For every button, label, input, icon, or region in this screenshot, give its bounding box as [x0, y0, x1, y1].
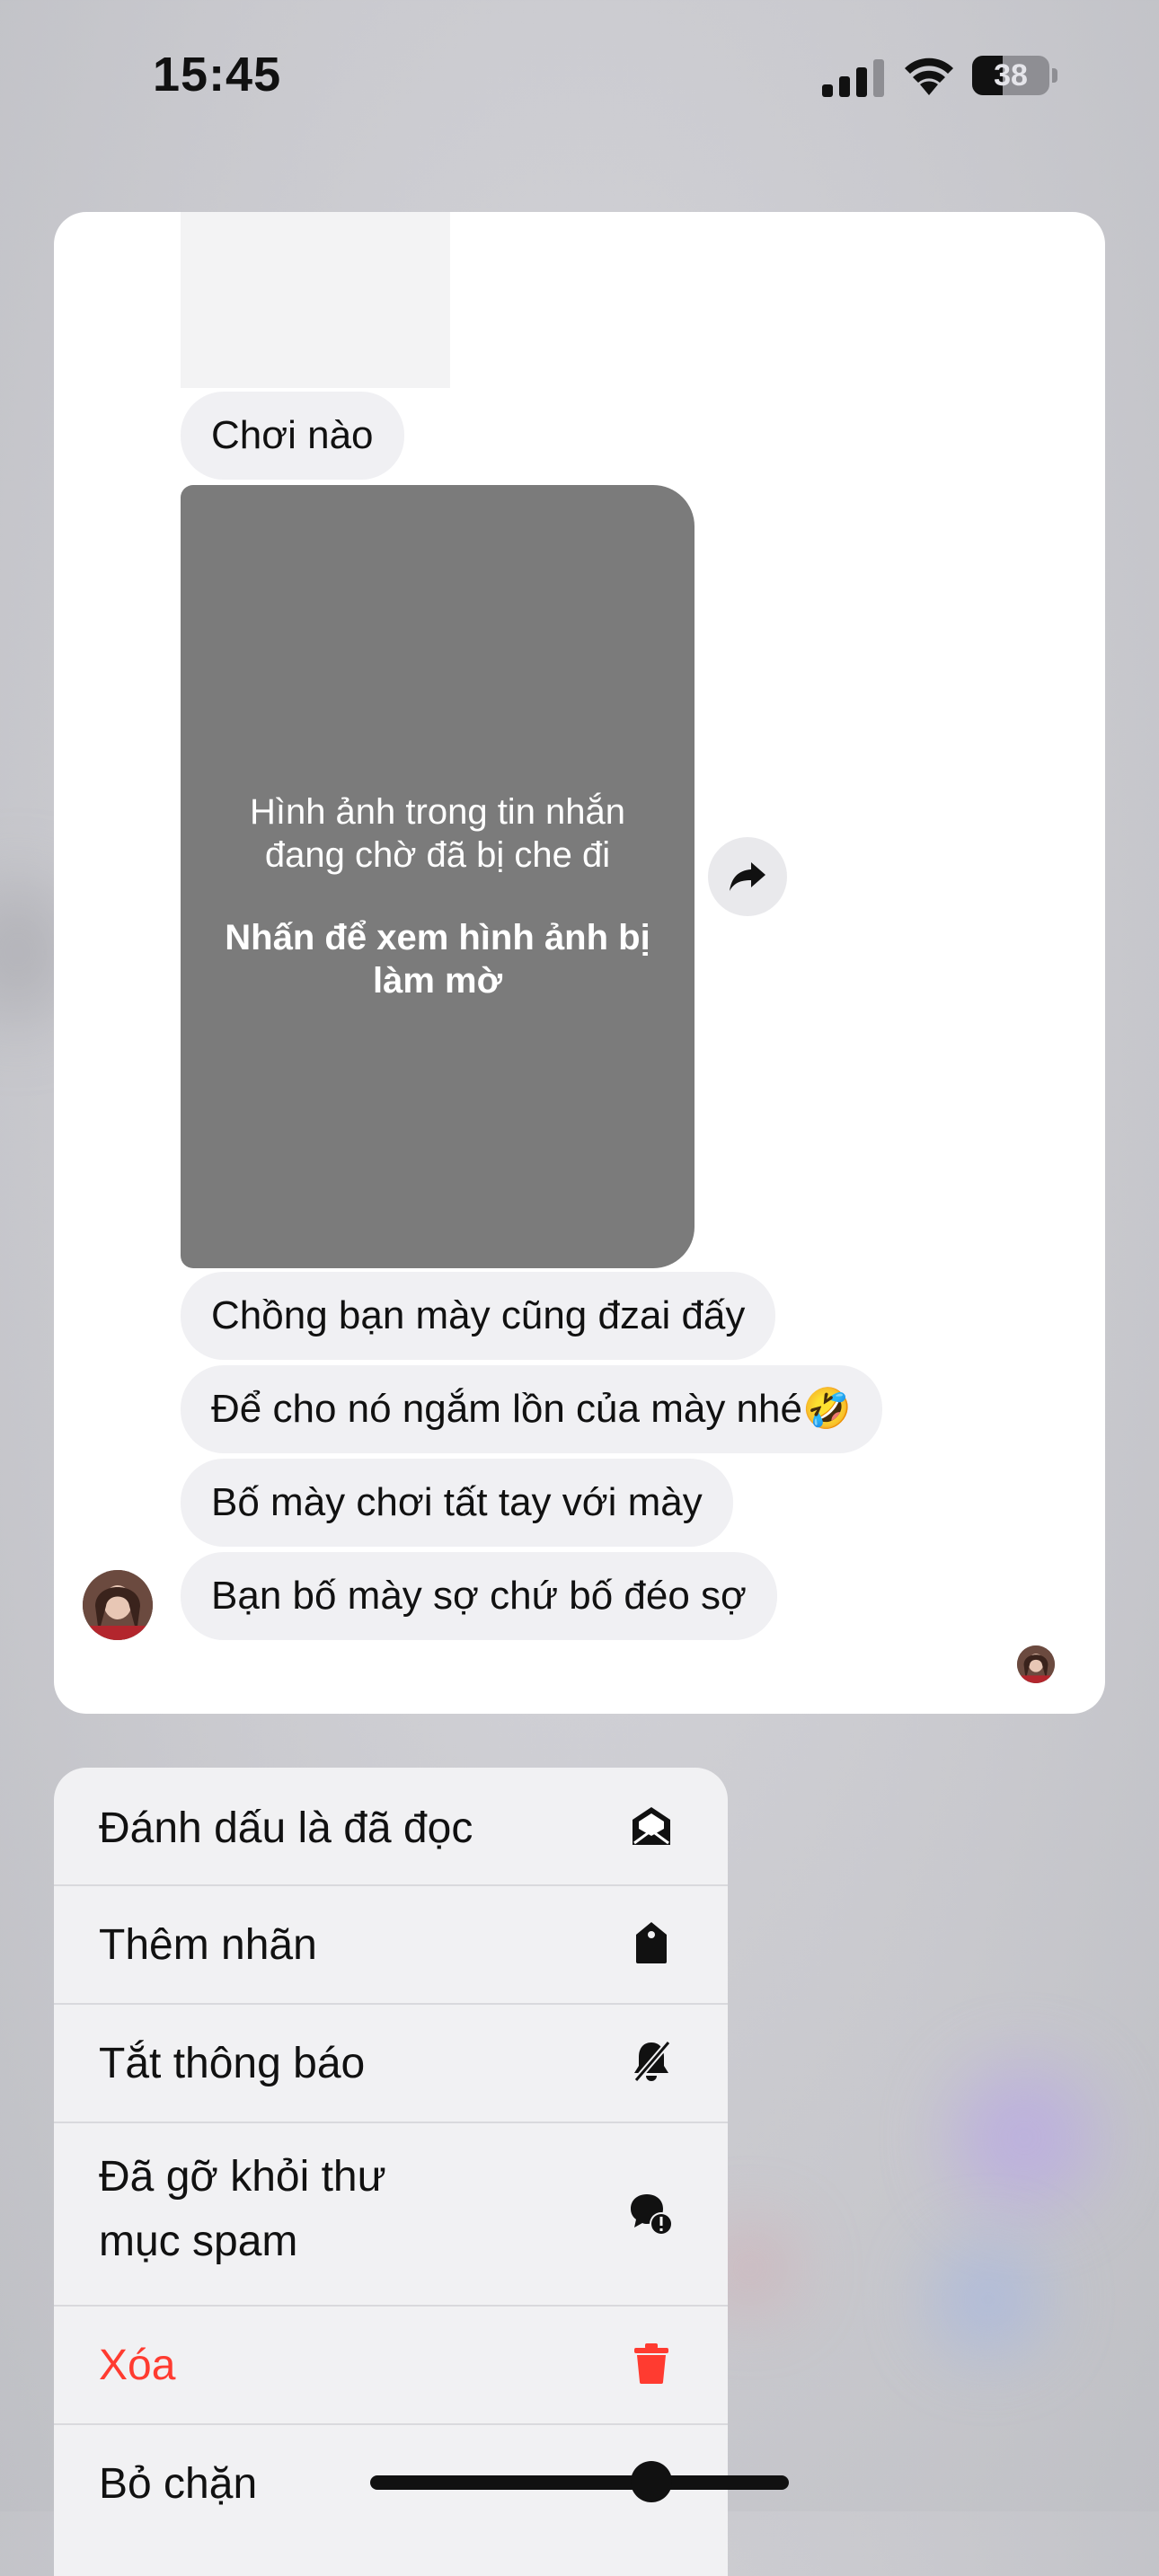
- context-menu: Đánh dấu là đã đọc Thêm nhãn Tắt thông b…: [54, 1768, 728, 2576]
- status-time: 15:45: [153, 48, 282, 101]
- home-indicator-knob: [631, 2461, 672, 2502]
- message-bubble[interactable]: Bố mày chơi tất tay với mày: [181, 1459, 733, 1547]
- trash-icon: [634, 2343, 668, 2384]
- battery-icon: 38: [972, 56, 1058, 95]
- message-bubble[interactable]: Bạn bố mày sợ chứ bố đéo sợ: [181, 1552, 777, 1640]
- menu-item-delete[interactable]: Xóa: [54, 2307, 728, 2425]
- blurred-image-notice: Hình ảnh trong tin nhắn đang chờ đã bị c…: [249, 792, 626, 875]
- menu-item-label: Đánh dấu là đã đọc: [99, 1804, 473, 1852]
- menu-item-removed-from-spam[interactable]: Đã gỡ khỏi thư mục spam: [54, 2123, 728, 2307]
- bell-mute-icon: [633, 2040, 671, 2083]
- tap-to-view-image[interactable]: Nhấn để xem hình ảnh bị làm mờ: [217, 916, 659, 1002]
- forward-button[interactable]: [708, 837, 787, 916]
- message-bubble[interactable]: Chồng bạn mày cũng đzai đấy: [181, 1272, 776, 1360]
- background-blur: [952, 2066, 1096, 2210]
- menu-item-mark-as-read[interactable]: Đánh dấu là đã đọc: [54, 1768, 728, 1886]
- forward-arrow-icon: [730, 862, 765, 891]
- message-bubble[interactable]: Chơi nào: [181, 392, 404, 480]
- status-bar: 15:45 38: [0, 0, 1159, 153]
- avatar-image: [1017, 1645, 1055, 1683]
- sender-avatar[interactable]: [83, 1570, 153, 1640]
- menu-item-add-tag[interactable]: Thêm nhãn: [54, 1886, 728, 2005]
- menu-item-mute-notifications[interactable]: Tắt thông báo: [54, 2005, 728, 2123]
- wifi-icon: [905, 57, 953, 95]
- conversation-preview[interactable]: Chơi nào Hình ảnh trong tin nhắn đang ch…: [54, 212, 1105, 1714]
- menu-item-label: mục spam: [99, 2218, 298, 2265]
- menu-item-unblock[interactable]: Bỏ chặn: [54, 2425, 728, 2576]
- mark-as-read-icon: [633, 1807, 670, 1845]
- menu-item-label: Đã gỡ khỏi thư: [99, 2153, 386, 2201]
- menu-item-label: Xóa: [99, 2342, 176, 2389]
- tag-icon: [636, 1922, 667, 1963]
- message-bubble[interactable]: Để cho nó ngắm lồn của mày nhé🤣: [181, 1365, 882, 1453]
- menu-item-label: Tắt thông báo: [99, 2040, 366, 2087]
- home-indicator[interactable]: [370, 2475, 789, 2490]
- avatar-image: [83, 1570, 153, 1640]
- menu-item-label: Thêm nhãn: [99, 1921, 317, 1969]
- background-blur: [934, 2245, 1042, 2353]
- battery-level: 38: [994, 58, 1028, 93]
- chat-alert-icon: [631, 2194, 673, 2236]
- menu-item-label: Bỏ chặn: [99, 2460, 258, 2508]
- read-receipt-avatar: [1017, 1645, 1055, 1683]
- blurred-image-message[interactable]: Hình ảnh trong tin nhắn đang chờ đã bị c…: [181, 485, 695, 1268]
- cellular-signal-icon: [822, 59, 884, 97]
- previous-image-message: [181, 212, 450, 388]
